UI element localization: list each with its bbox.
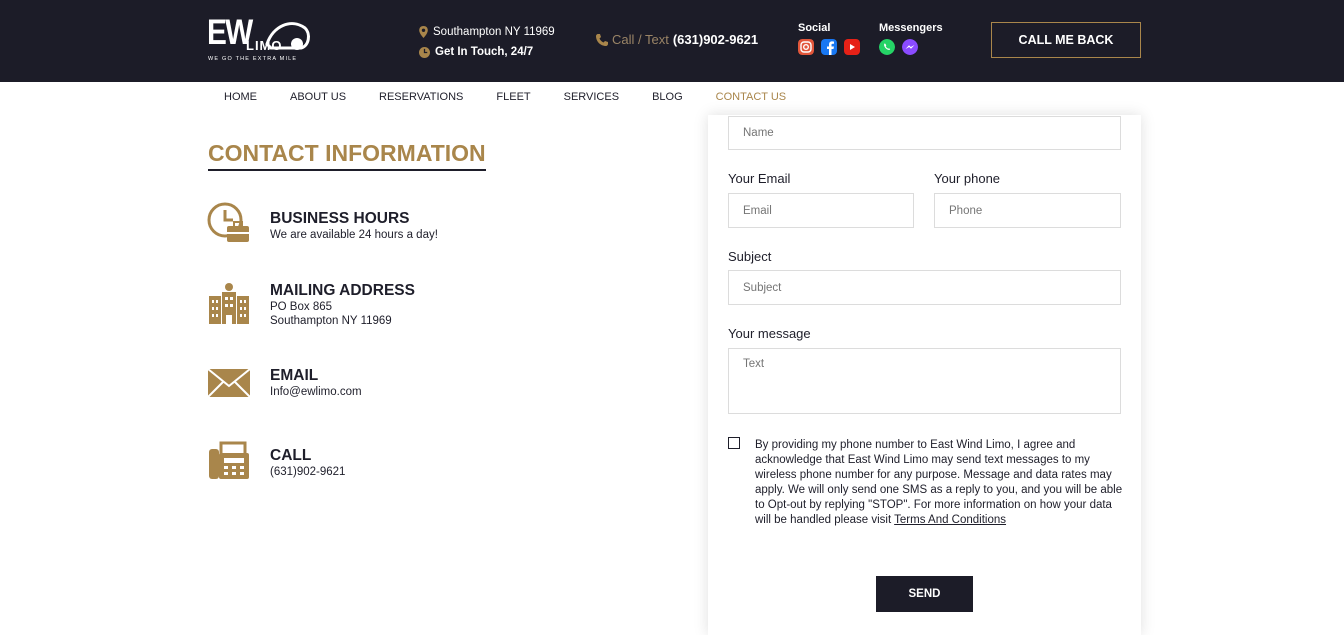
nav-item-contact-us[interactable]: CONTACT US [716,91,787,103]
call-title: CALL [270,447,312,464]
subject-input[interactable] [728,270,1121,305]
email-text[interactable]: Info@ewlimo.com [270,385,362,399]
instagram-icon[interactable] [798,39,814,55]
phone-icon [596,33,608,46]
call-text[interactable]: (631)902-9621 [270,465,345,479]
logo[interactable]: EW LIMO WE GO THE EXTRA MILE [207,14,311,64]
social-label: Social [798,22,831,34]
consent-checkbox[interactable] [728,437,740,449]
messengers-label: Messengers [879,22,943,34]
email-label: Your Email [728,171,791,186]
business-hours-block: BUSINESS HOURS We are available 24 hours… [207,202,438,246]
message-textarea[interactable] [728,348,1121,414]
call-block: CALL (631)902-9621 [207,441,345,485]
social-block: Social [798,22,860,55]
top-header-bar: EW LIMO WE GO THE EXTRA MILE Southampton… [0,0,1344,82]
logo-main-text: EW [207,13,253,52]
phone-input[interactable] [934,193,1121,228]
whatsapp-icon[interactable] [879,39,895,55]
business-hours-title: BUSINESS HOURS [270,210,410,227]
message-label: Your message [728,326,811,341]
consent-body: By providing my phone number to East Win… [755,439,1123,526]
nav-item-fleet[interactable]: FLEET [496,91,530,103]
nav-item-services[interactable]: SERVICES [564,91,619,103]
phone-label: Your phone [934,171,1001,186]
header-call[interactable]: Call / Text (631)902-9621 [596,32,758,47]
subject-label: Subject [728,249,772,264]
name-input[interactable] [728,116,1121,150]
clock-icon [419,46,430,58]
facebook-icon[interactable] [821,39,837,55]
call-me-back-button[interactable]: CALL ME BACK [991,22,1141,58]
header-call-number[interactable]: (631)902-9621 [673,32,758,47]
main-nav: HOME ABOUT US RESERVATIONS FLEET SERVICE… [224,91,786,103]
envelope-icon [207,368,251,398]
send-button[interactable]: SEND [876,576,973,612]
building-icon [209,283,249,324]
messengers-block: Messengers [879,22,943,55]
mailing-address-title: MAILING ADDRESS [270,282,415,299]
header-availability: Get In Touch, 24/7 [435,46,534,58]
email-block: EMAIL Info@ewlimo.com [207,365,362,409]
nav-item-blog[interactable]: BLOG [652,91,683,103]
messenger-icon[interactable] [902,39,918,55]
header-call-label: Call / Text [612,32,669,47]
nav-item-reservations[interactable]: RESERVATIONS [379,91,463,103]
youtube-icon[interactable] [844,39,860,55]
email-input[interactable] [728,193,914,228]
business-hours-text: We are available 24 hours a day! [270,229,438,241]
fax-phone-icon [209,441,249,479]
email-title: EMAIL [270,367,319,384]
nav-item-about-us[interactable]: ABOUT US [290,91,346,103]
mailing-address-line1: PO Box 865 [270,301,333,313]
mailing-address-line2: Southampton NY 11969 [270,315,392,327]
header-address: Southampton NY 11969 [433,26,555,38]
location-pin-icon [419,26,428,38]
logo-sub-text: LIMO [246,38,283,53]
clock-briefcase-icon [207,202,249,242]
terms-link[interactable]: Terms And Conditions [894,514,1006,526]
header-address-block: Southampton NY 11969 Get In Touch, 24/7 [419,22,555,62]
mailing-address-block: MAILING ADDRESS PO Box 865 Southampton N… [207,282,415,328]
contact-info-title: CONTACT INFORMATION [208,140,486,171]
logo-tagline: WE GO THE EXTRA MILE [208,56,298,62]
nav-item-home[interactable]: HOME [224,91,257,103]
consent-text: By providing my phone number to East Win… [755,438,1123,528]
